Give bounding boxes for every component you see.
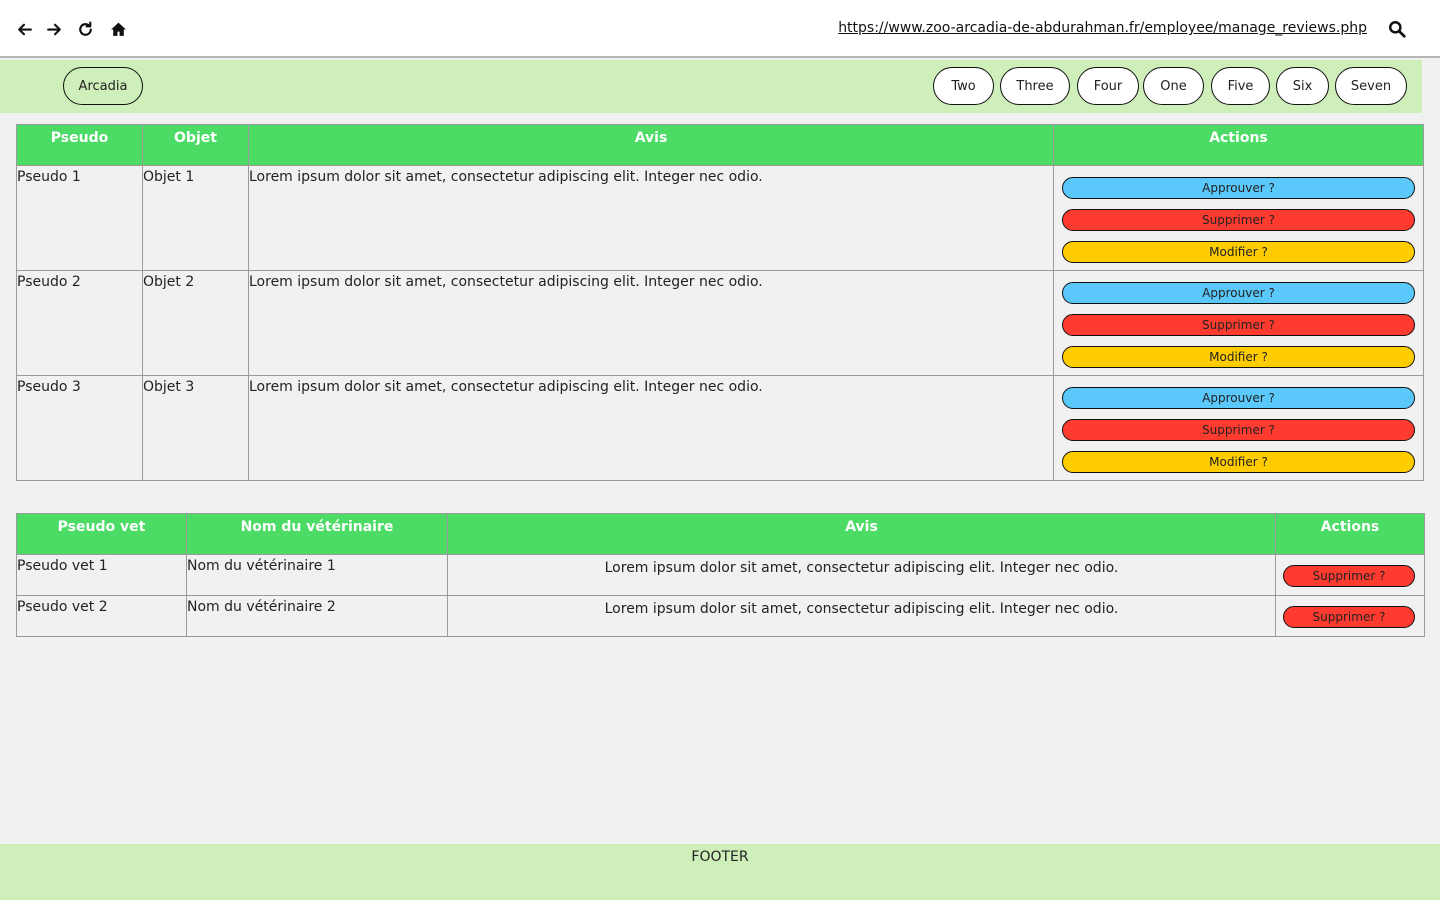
table-row: Pseudo 1 Objet 1 Lorem ipsum dolor sit a… — [16, 165, 1424, 271]
actions-cell: Approuver ? Supprimer ? Modifier ? — [1053, 165, 1424, 271]
site-header: Arcadia Two Three Four One Five Six Seve… — [0, 60, 1422, 113]
objet-cell: Objet 1 — [142, 165, 249, 271]
column-header-pseudo: Pseudo — [16, 124, 143, 166]
nom-veterinaire-cell: Nom du vétérinaire 2 — [186, 595, 448, 637]
nom-veterinaire-cell: Nom du vétérinaire 1 — [186, 554, 448, 596]
home-icon[interactable] — [106, 17, 130, 41]
column-header-actions: Actions — [1053, 124, 1424, 166]
nav-item-one[interactable]: One — [1143, 67, 1204, 105]
delete-button[interactable]: Supprimer ? — [1062, 419, 1415, 441]
back-arrow-icon[interactable] — [12, 17, 36, 41]
delete-button[interactable]: Supprimer ? — [1283, 565, 1415, 587]
nav-item-four[interactable]: Four — [1077, 67, 1139, 105]
pseudo-vet-cell: Pseudo vet 2 — [16, 595, 187, 637]
delete-button[interactable]: Supprimer ? — [1283, 606, 1415, 628]
nav-item-six[interactable]: Six — [1276, 67, 1329, 105]
address-bar-url[interactable]: https://www.zoo-arcadia-de-abdurahman.fr… — [838, 20, 1367, 36]
column-header-actions: Actions — [1275, 513, 1425, 555]
table-row: Pseudo 2 Objet 2 Lorem ipsum dolor sit a… — [16, 270, 1424, 376]
pseudo-cell: Pseudo 1 — [16, 165, 143, 271]
avis-cell: Lorem ipsum dolor sit amet, consectetur … — [248, 375, 1054, 481]
actions-cell: Approuver ? Supprimer ? Modifier ? — [1053, 270, 1424, 376]
vet-reviews-table: Pseudo vet Nom du vétérinaire Avis Actio… — [16, 513, 1425, 637]
reviews-table: Pseudo Objet Avis Actions Pseudo 1 Objet… — [16, 124, 1424, 481]
actions-cell: Supprimer ? — [1275, 554, 1425, 596]
avis-cell: Lorem ipsum dolor sit amet, consectetur … — [447, 554, 1276, 596]
nav-item-three[interactable]: Three — [1000, 67, 1070, 105]
edit-button[interactable]: Modifier ? — [1062, 241, 1415, 263]
edit-button[interactable]: Modifier ? — [1062, 451, 1415, 473]
table-row: Pseudo vet 1 Nom du vétérinaire 1 Lorem … — [16, 554, 1425, 596]
reviews-header-row: Pseudo Objet Avis Actions — [16, 124, 1424, 166]
approve-button[interactable]: Approuver ? — [1062, 387, 1415, 409]
table-row: Pseudo 3 Objet 3 Lorem ipsum dolor sit a… — [16, 375, 1424, 481]
delete-button[interactable]: Supprimer ? — [1062, 314, 1415, 336]
avis-cell: Lorem ipsum dolor sit amet, consectetur … — [248, 270, 1054, 376]
objet-cell: Objet 2 — [142, 270, 249, 376]
edit-button[interactable]: Modifier ? — [1062, 346, 1415, 368]
avis-cell: Lorem ipsum dolor sit amet, consectetur … — [447, 595, 1276, 637]
vet-header-row: Pseudo vet Nom du vétérinaire Avis Actio… — [16, 513, 1425, 555]
nav-item-five[interactable]: Five — [1211, 67, 1270, 105]
forward-arrow-icon[interactable] — [42, 17, 66, 41]
avis-cell: Lorem ipsum dolor sit amet, consectetur … — [248, 165, 1054, 271]
reload-icon[interactable] — [73, 17, 97, 41]
search-icon[interactable] — [1386, 17, 1408, 41]
column-header-pseudo-vet: Pseudo vet — [16, 513, 187, 555]
pseudo-vet-cell: Pseudo vet 1 — [16, 554, 187, 596]
actions-cell: Supprimer ? — [1275, 595, 1425, 637]
approve-button[interactable]: Approuver ? — [1062, 177, 1415, 199]
pseudo-cell: Pseudo 2 — [16, 270, 143, 376]
footer: FOOTER — [0, 844, 1440, 900]
column-header-nom-veterinaire: Nom du vétérinaire — [186, 513, 448, 555]
nav-item-seven[interactable]: Seven — [1335, 67, 1407, 105]
objet-cell: Objet 3 — [142, 375, 249, 481]
pseudo-cell: Pseudo 3 — [16, 375, 143, 481]
column-header-avis: Avis — [447, 513, 1276, 555]
delete-button[interactable]: Supprimer ? — [1062, 209, 1415, 231]
browser-toolbar: https://www.zoo-arcadia-de-abdurahman.fr… — [0, 0, 1440, 58]
brand-link[interactable]: Arcadia — [63, 67, 143, 105]
column-header-avis: Avis — [248, 124, 1054, 166]
table-row: Pseudo vet 2 Nom du vétérinaire 2 Lorem … — [16, 595, 1425, 637]
footer-text: FOOTER — [691, 849, 749, 865]
column-header-objet: Objet — [142, 124, 249, 166]
nav-item-two[interactable]: Two — [933, 67, 994, 105]
approve-button[interactable]: Approuver ? — [1062, 282, 1415, 304]
actions-cell: Approuver ? Supprimer ? Modifier ? — [1053, 375, 1424, 481]
